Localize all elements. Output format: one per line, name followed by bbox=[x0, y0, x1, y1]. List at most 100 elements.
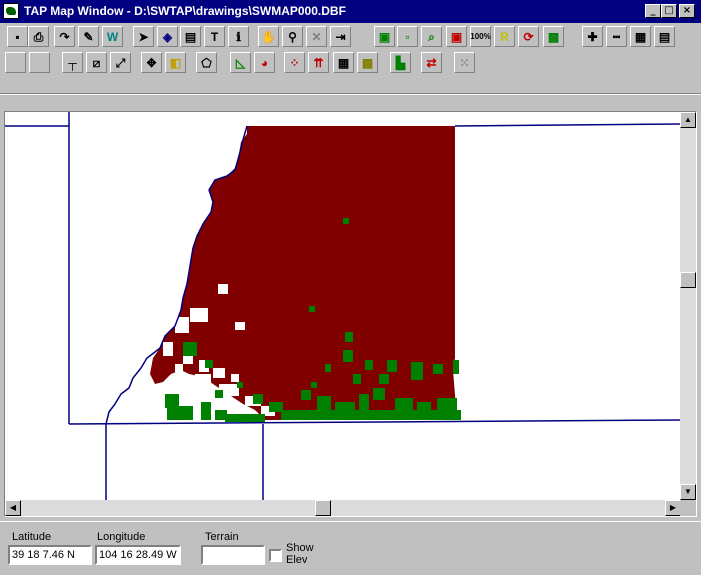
show-elev-checkbox[interactable] bbox=[269, 549, 282, 562]
vegetation-cell bbox=[417, 402, 431, 412]
polygon-icon[interactable]: ⬠ bbox=[196, 52, 217, 73]
points-icon[interactable]: ⁘ bbox=[284, 52, 305, 73]
find-icon[interactable]: ⚲ bbox=[282, 26, 303, 47]
scroll-corner bbox=[680, 500, 696, 516]
vegetation-cell bbox=[353, 374, 361, 384]
terrain-gap bbox=[171, 382, 191, 392]
show-elev-label-line1: Show bbox=[286, 542, 314, 554]
vegetation-cell bbox=[379, 374, 389, 384]
blank-icon[interactable] bbox=[5, 52, 26, 73]
green-zoom-icon[interactable]: ▣ bbox=[374, 26, 395, 47]
vegetation-cell bbox=[309, 306, 315, 312]
vegetation-cell bbox=[183, 342, 197, 356]
crosshair-icon[interactable]: ✚ bbox=[582, 26, 603, 47]
resize-icon[interactable]: ⤢ bbox=[110, 52, 131, 73]
vegetation-cell bbox=[165, 394, 179, 408]
scroll-left-button[interactable]: ◀ bbox=[5, 500, 21, 516]
vegetation-cell bbox=[345, 412, 365, 420]
vertical-scroll-thumb[interactable] bbox=[680, 272, 696, 288]
vegetation-cell bbox=[225, 414, 265, 422]
layer-icon[interactable]: ◈ bbox=[157, 26, 178, 47]
vegetation-cell bbox=[343, 218, 349, 224]
minimize-button[interactable]: _ bbox=[645, 4, 661, 18]
terrain-field bbox=[201, 545, 265, 565]
vegetation-cell bbox=[437, 398, 457, 410]
close-button[interactable]: × bbox=[679, 4, 695, 18]
vegetation-cell bbox=[387, 360, 397, 372]
maximize-button[interactable]: □ bbox=[661, 4, 677, 18]
longitude-label: Longitude bbox=[97, 531, 146, 543]
ruler-icon[interactable]: ┅ bbox=[606, 26, 627, 47]
map-view[interactable]: ▲ ▼ ◀ ▶ bbox=[4, 111, 697, 517]
grid-zoom-icon[interactable]: ▩ bbox=[543, 26, 564, 47]
save-icon[interactable]: ▪ bbox=[7, 26, 28, 47]
red-zoom-icon[interactable]: ▣ bbox=[446, 26, 467, 47]
vegetation-cell bbox=[201, 402, 211, 420]
edit-document-icon[interactable]: ✎ bbox=[78, 26, 99, 47]
vegetation-cell bbox=[215, 390, 223, 398]
vector-icon[interactable]: ⇈ bbox=[308, 52, 329, 73]
refresh-icon[interactable]: ⟳ bbox=[518, 26, 539, 47]
vegetation-cell bbox=[395, 398, 413, 410]
disabled-grid-icon[interactable]: ⁙ bbox=[454, 52, 475, 73]
delete-icon[interactable]: ✕ bbox=[306, 26, 327, 47]
scroll-right-button[interactable]: ▶ bbox=[665, 500, 681, 516]
terrain-gap bbox=[213, 368, 225, 378]
vegetation-cell bbox=[311, 382, 317, 388]
pan-icon[interactable]: ✋ bbox=[258, 26, 279, 47]
pie-icon[interactable]: ◕ bbox=[254, 52, 275, 73]
overlay-icon[interactable]: ◧ bbox=[165, 52, 186, 73]
vegetation-cell bbox=[335, 402, 355, 412]
exit-icon[interactable]: ⇥ bbox=[330, 26, 351, 47]
notes-icon[interactable]: ▤ bbox=[654, 26, 675, 47]
terrain-gap bbox=[231, 374, 239, 382]
terrain-gap bbox=[190, 308, 208, 322]
vegetation-cell bbox=[325, 364, 331, 372]
vegetation-cell bbox=[205, 360, 213, 368]
vegetation-cell bbox=[453, 360, 459, 374]
print-icon[interactable]: ⎙ bbox=[28, 26, 49, 47]
toolbar-area: ▪ ⎙ ↷ ✎ W ➤ ◈ ▤ Tℹ ✋ ⚲ ✕ ⇥ ▣ ▫ ⌕ ▣ 100% R ⟳ ▩ ✚ ┅ ▦ ▤ ┬ ⧄ ⤢ ✥ ◧ ⬠ ◺ ◕ ⁘ ⇈… bbox=[0, 23, 701, 110]
histogram-icon[interactable]: ▙ bbox=[390, 52, 411, 73]
scroll-up-button[interactable]: ▲ bbox=[680, 112, 696, 128]
horizontal-scrollbar[interactable]: ◀ ▶ bbox=[5, 500, 681, 516]
vertical-scrollbar[interactable]: ▲ ▼ bbox=[680, 112, 696, 500]
pointer-icon[interactable]: ➤ bbox=[133, 26, 154, 47]
horizontal-scroll-thumb[interactable] bbox=[315, 500, 331, 516]
text-tool-icon[interactable]: T bbox=[204, 26, 225, 47]
transfer-icon[interactable]: ⇄ bbox=[421, 52, 442, 73]
map-canvas[interactable] bbox=[5, 112, 681, 500]
database-icon[interactable]: ▤ bbox=[180, 26, 201, 47]
line-tool-icon[interactable]: ┬ bbox=[62, 52, 83, 73]
terrain-gap bbox=[175, 364, 183, 372]
vegetation-cell bbox=[167, 406, 193, 420]
area-icon[interactable]: ◺ bbox=[230, 52, 251, 73]
grid-icon[interactable]: ▦ bbox=[333, 52, 354, 73]
latitude-field: 39 18 7.46 N bbox=[8, 545, 92, 565]
scroll-down-button[interactable]: ▼ bbox=[680, 484, 696, 500]
terrain-gap bbox=[235, 322, 245, 330]
terrain-gap bbox=[218, 284, 228, 294]
move-icon[interactable]: ✥ bbox=[141, 52, 162, 73]
vegetation-cell bbox=[359, 394, 369, 410]
vegetation-cell bbox=[365, 360, 373, 370]
zoom-100-icon[interactable]: 100% bbox=[470, 26, 491, 47]
terrain-gap bbox=[163, 342, 173, 356]
green-small-icon[interactable]: ▫ bbox=[397, 26, 418, 47]
vegetation-cell bbox=[253, 394, 263, 404]
vegetation-cell bbox=[411, 362, 423, 380]
latitude-label: Latitude bbox=[12, 531, 52, 543]
info-icon[interactable]: ℹ bbox=[228, 26, 249, 47]
r-icon[interactable]: R bbox=[494, 26, 515, 47]
vegetation-cell bbox=[301, 390, 311, 400]
select-box-icon[interactable]: ⧄ bbox=[86, 52, 107, 73]
terrain-label: Terrain bbox=[205, 531, 239, 543]
table-icon[interactable]: ▦ bbox=[630, 26, 651, 47]
color-grid-icon[interactable]: ▩ bbox=[357, 52, 378, 73]
vegetation-cell bbox=[345, 332, 353, 342]
magnify-icon[interactable]: ⌕ bbox=[421, 26, 442, 47]
w-icon[interactable]: W bbox=[102, 26, 123, 47]
redo-arrow-icon[interactable]: ↷ bbox=[54, 26, 75, 47]
blank-icon[interactable] bbox=[29, 52, 50, 73]
show-elev-label-line2: Elev bbox=[286, 554, 308, 566]
